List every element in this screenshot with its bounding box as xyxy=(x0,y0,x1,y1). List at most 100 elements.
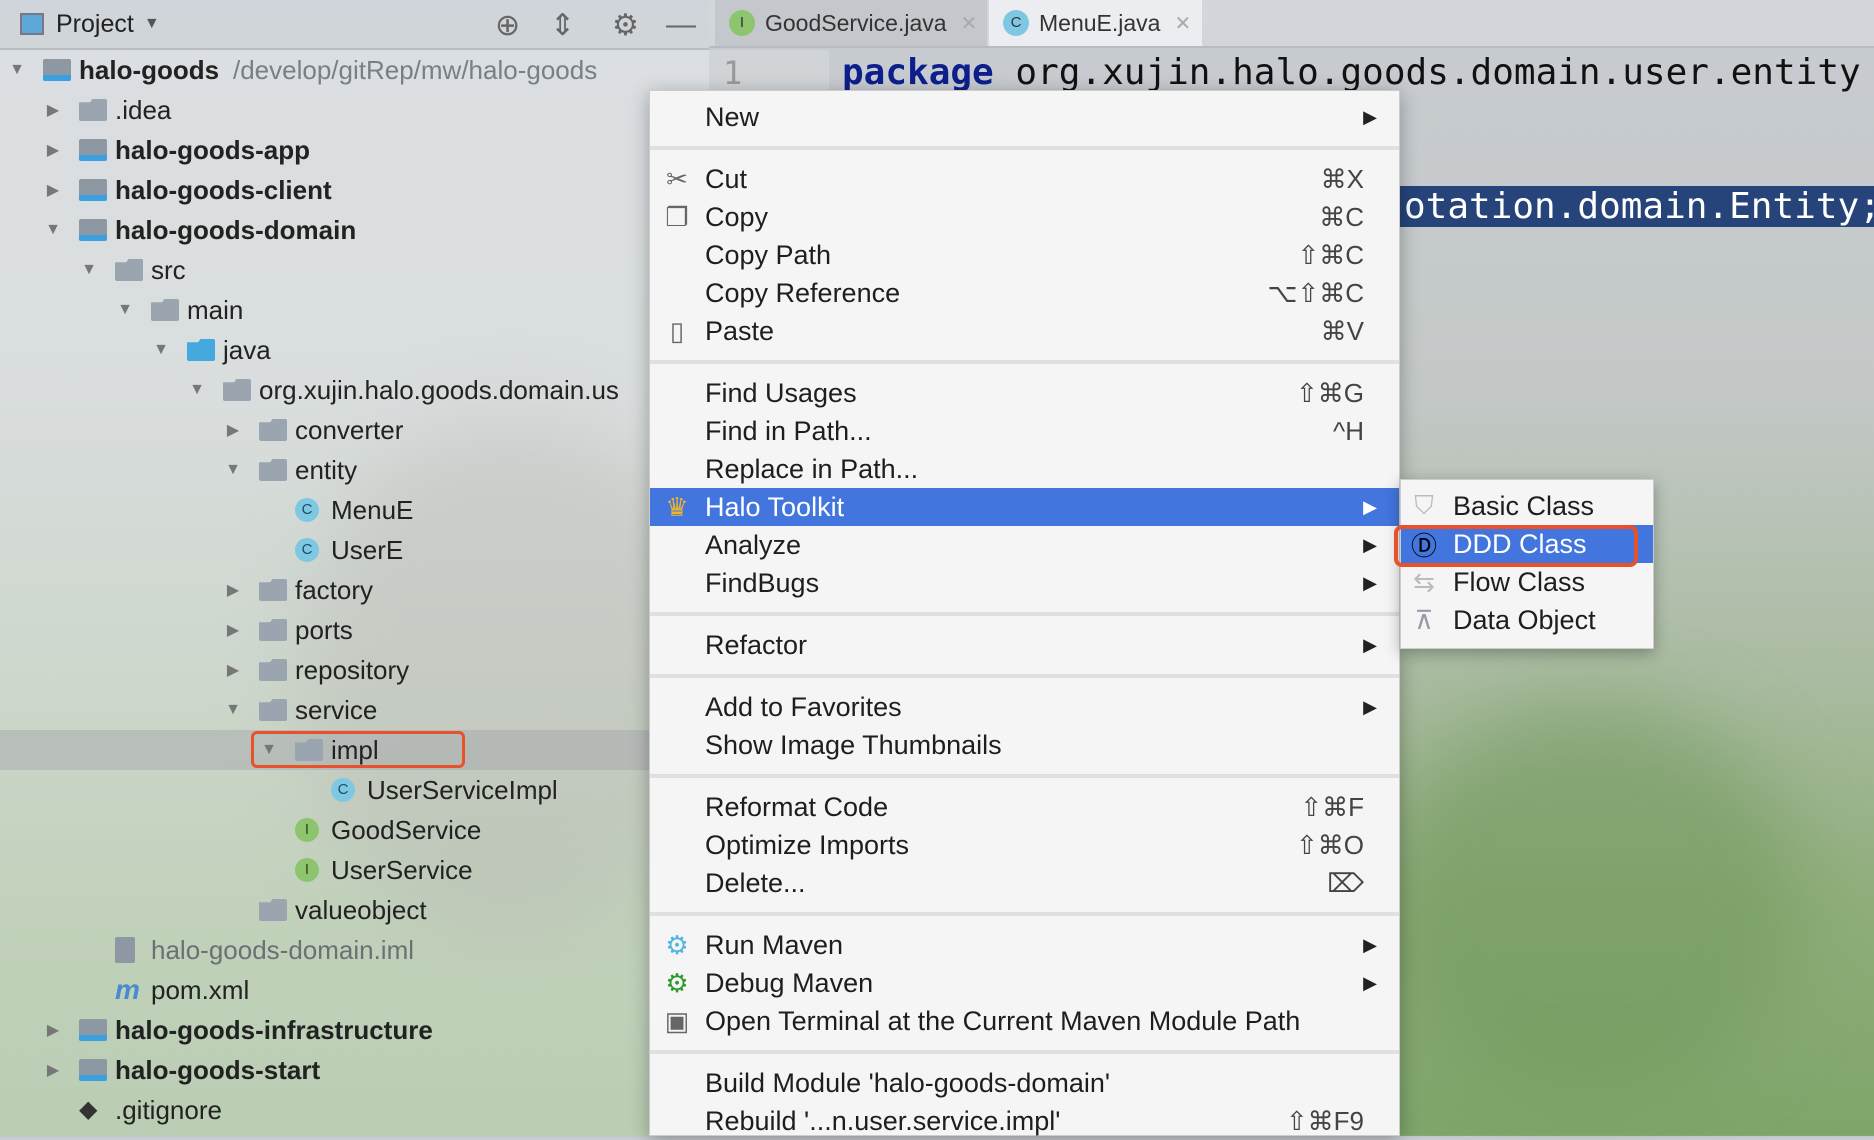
tree-item[interactable]: I UserService xyxy=(0,850,709,890)
locate-icon[interactable]: ⊕ xyxy=(495,8,520,43)
collapse-arrow-icon[interactable]: ▶ xyxy=(223,580,243,600)
collapse-all-icon[interactable]: ⇕ xyxy=(550,8,575,43)
menu-item-data-object[interactable]: ⊼ Data Object xyxy=(1401,601,1653,639)
menu-item-debug-maven[interactable]: ⚙ Debug Maven ▶ xyxy=(650,964,1399,1002)
menu-item-copy[interactable]: ❐ Copy ⌘C xyxy=(650,198,1399,236)
menu-item-label: Flow Class xyxy=(1453,566,1586,597)
tree-item[interactable]: C UserServiceImpl xyxy=(0,770,709,810)
tree-item[interactable]: I GoodService xyxy=(0,810,709,850)
collapse-arrow-icon[interactable]: ▶ xyxy=(223,620,243,640)
menu-item-cut[interactable]: ✂ Cut ⌘X xyxy=(650,160,1399,198)
chevron-down-icon[interactable]: ▼ xyxy=(144,15,160,33)
tree-item-label: .idea xyxy=(115,94,172,125)
tree-item[interactable]: ▼ main xyxy=(0,290,709,330)
tree-item[interactable]: ▼ java xyxy=(0,330,709,370)
close-icon[interactable]: ✕ xyxy=(961,11,978,36)
menu-item-copy-path[interactable]: Copy Path ⇧⌘C xyxy=(650,236,1399,274)
expand-arrow-icon[interactable]: ▼ xyxy=(187,381,207,399)
submenu-arrow-icon: ▶ xyxy=(1363,934,1377,955)
tree-item[interactable]: ▼ org.xujin.halo.goods.domain.us xyxy=(0,370,709,410)
menu-item-add-to-favorites[interactable]: Add to Favorites ▶ xyxy=(650,688,1399,726)
tree-item[interactable]: ▼ halo-goods/develop/gitRep/mw/halo-goods xyxy=(0,50,709,90)
tree-item[interactable]: ▶ converter xyxy=(0,410,709,450)
menu-item-paste[interactable]: ▯ Paste ⌘V xyxy=(650,312,1399,350)
expand-arrow-icon[interactable]: ▼ xyxy=(223,701,243,719)
menu-item-flow-class[interactable]: ⇆ Flow Class xyxy=(1401,563,1653,601)
menu-item-halo-toolkit[interactable]: ♛ Halo Toolkit ▶ xyxy=(650,488,1399,526)
menu-item-refactor[interactable]: Refactor ▶ xyxy=(650,626,1399,664)
menu-item-build-module-halo-goods-domain[interactable]: Build Module 'halo-goods-domain' xyxy=(650,1064,1399,1102)
tree-item[interactable]: ▶ halo-goods-app xyxy=(0,130,709,170)
tree-item-label: converter xyxy=(295,414,404,445)
tree-item[interactable]: ▼ service xyxy=(0,690,709,730)
menu-item-show-image-thumbnails[interactable]: Show Image Thumbnails xyxy=(650,726,1399,764)
collapse-arrow-icon[interactable]: ▶ xyxy=(43,1020,63,1040)
tree-item[interactable]: ▼ src xyxy=(0,250,709,290)
tree-item[interactable]: ▶ repository xyxy=(0,650,709,690)
project-sidebar: Project ▼ ⊕ ⇕ ⚙ — ▼ halo-goods/develop/gi… xyxy=(0,0,709,1136)
expand-arrow-icon[interactable]: ▼ xyxy=(115,301,135,319)
collapse-arrow-icon[interactable]: ▶ xyxy=(223,420,243,440)
menu-item-label: Add to Favorites xyxy=(705,691,902,722)
tree-item[interactable]: ▼ halo-goods-domain xyxy=(0,210,709,250)
hide-icon[interactable]: — xyxy=(666,8,696,42)
tree-item[interactable]: C MenuE xyxy=(0,490,709,530)
menu-item-label: Analyze xyxy=(705,529,802,560)
separator-line xyxy=(650,774,1399,778)
expand-arrow-icon[interactable]: ▼ xyxy=(7,61,27,79)
tree-item[interactable]: valueobject xyxy=(0,890,709,930)
tree-item[interactable]: ▶ halo-goods-infrastructure xyxy=(0,1010,709,1050)
tree-item[interactable]: ▶ factory xyxy=(0,570,709,610)
menu-item-replace-in-path[interactable]: Replace in Path... xyxy=(650,450,1399,488)
collapse-arrow-icon[interactable]: ▶ xyxy=(43,1060,63,1080)
tree-item[interactable]: halo-goods-domain.iml xyxy=(0,930,709,970)
expand-arrow-icon[interactable]: ▼ xyxy=(79,261,99,279)
menu-item-analyze[interactable]: Analyze ▶ xyxy=(650,526,1399,564)
menu-item-delete[interactable]: Delete... ⌦ xyxy=(650,864,1399,902)
tab-menue[interactable]: C MenuE.java ✕ xyxy=(989,0,1202,46)
menu-item-label: Copy Path xyxy=(705,239,832,270)
expand-arrow-icon[interactable]: ▼ xyxy=(43,221,63,239)
selected-code[interactable]: otation.domain.Entity; xyxy=(1400,186,1874,227)
submenu-arrow-icon: ▶ xyxy=(1363,534,1377,555)
expand-arrow-icon[interactable]: ▼ xyxy=(151,341,171,359)
tree-item[interactable]: ▶ halo-goods-client xyxy=(0,170,709,210)
menu-item-label: Find in Path... xyxy=(705,415,872,446)
collapse-arrow-icon[interactable]: ▶ xyxy=(43,180,63,200)
context-menu: New ▶ ✂ Cut ⌘X ❐ Copy ⌘C Copy Path ⇧⌘C Copy Refere… xyxy=(649,90,1400,1136)
menu-item-new[interactable]: New ▶ xyxy=(650,98,1399,136)
folder-icon xyxy=(151,299,179,321)
menu-item-find-usages[interactable]: Find Usages ⇧⌘G xyxy=(650,374,1399,412)
expand-arrow-icon[interactable]: ▼ xyxy=(223,461,243,479)
gear-icon[interactable]: ⚙ xyxy=(612,8,639,43)
tree-item[interactable]: m pom.xml xyxy=(0,970,709,1010)
tree-item[interactable]: ▶ ports xyxy=(0,610,709,650)
menu-item-optimize-imports[interactable]: Optimize Imports ⇧⌘O xyxy=(650,826,1399,864)
package-icon xyxy=(259,899,287,921)
menu-item-run-maven[interactable]: ⚙ Run Maven ▶ xyxy=(650,926,1399,964)
tree-item[interactable]: ▶ halo-goods-start xyxy=(0,1050,709,1090)
menu-item-open-terminal-at-the-current-maven-module-path[interactable]: ▣ Open Terminal at the Current Maven Modu… xyxy=(650,1002,1399,1040)
menu-item-findbugs[interactable]: FindBugs ▶ xyxy=(650,564,1399,602)
tree-item[interactable]: ▼ entity xyxy=(0,450,709,490)
menu-item-find-in-path[interactable]: Find in Path... ^H xyxy=(650,412,1399,450)
tree-item-label: valueobject xyxy=(295,894,427,925)
project-title[interactable]: Project xyxy=(56,10,134,39)
menu-item-basic-class[interactable]: ⛉ Basic Class xyxy=(1401,487,1653,525)
tree-item-label: halo-goods-app xyxy=(115,134,310,165)
collapse-arrow-icon[interactable]: ▶ xyxy=(43,140,63,160)
tree-item[interactable]: ◆ .gitignore xyxy=(0,1090,709,1130)
tab-label: GoodService.java xyxy=(765,9,947,36)
menu-item-copy-reference[interactable]: Copy Reference ⌥⇧⌘C xyxy=(650,274,1399,312)
menu-item-reformat-code[interactable]: Reformat Code ⇧⌘F xyxy=(650,788,1399,826)
tab-goodservice[interactable]: I GoodService.java ✕ xyxy=(715,0,987,46)
collapse-arrow-icon[interactable]: ▶ xyxy=(43,100,63,120)
tree-item-label: MenuE xyxy=(331,494,414,525)
tree-item[interactable]: ▶ .idea xyxy=(0,90,709,130)
code-line-1[interactable]: package org.xujin.halo.goods.domain.user… xyxy=(842,52,1861,93)
close-icon[interactable]: ✕ xyxy=(1174,11,1191,36)
folder-icon xyxy=(79,99,107,121)
collapse-arrow-icon[interactable]: ▶ xyxy=(223,660,243,680)
menu-item-rebuild-n-user-service-impl[interactable]: Rebuild '...n.user.service.impl' ⇧⌘F9 xyxy=(650,1102,1399,1140)
tree-item[interactable]: C UserE xyxy=(0,530,709,570)
